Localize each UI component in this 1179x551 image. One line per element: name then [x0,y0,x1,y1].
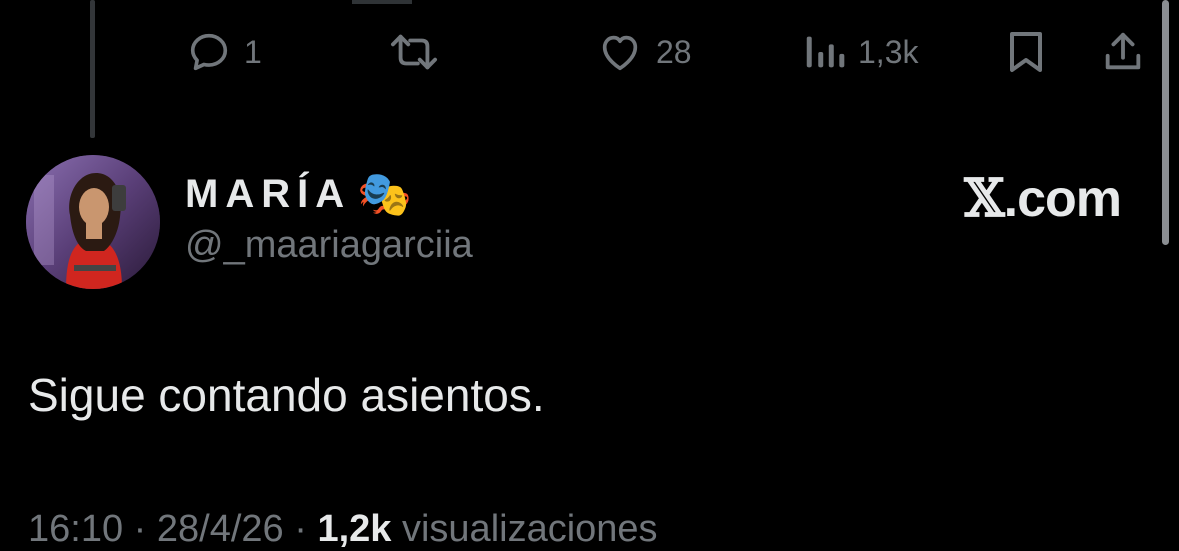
tweet-time[interactable]: 16:10 [28,508,123,550]
tweet-views-count: 1,2k [317,508,392,550]
x-com-watermark: 𝕏.com [964,168,1122,229]
author-name-text: MARÍA [185,171,352,216]
like-count: 28 [656,34,692,70]
retweet-icon [391,34,438,70]
meta-separator: · [133,508,147,550]
reply-icon [190,33,228,71]
x-logo: 𝕏 [964,168,1004,229]
scrollbar[interactable] [1162,0,1169,245]
share-button[interactable] [1100,24,1146,80]
share-icon [1105,32,1141,70]
like-button[interactable]: 28 [596,24,692,80]
tweet-text: Sigue contando asientos. [28,369,545,421]
tweet-meta: 16:10 · 28/4/26 · 1,2k visualizaciones [28,508,658,551]
avatar[interactable] [26,155,160,289]
previous-tweet-fragment [352,0,412,4]
views-button[interactable]: 1,3k [802,24,918,80]
reply-button[interactable]: 1 [186,24,262,80]
author-handle[interactable]: @_maariagarciia [185,224,473,267]
tweet-date[interactable]: 28/4/26 [157,508,284,550]
retweet-button[interactable] [386,24,454,80]
tweet-author[interactable]: MARÍA 🎭 @_maariagarciia [185,170,473,267]
theater-masks-emoji: 🎭 [357,170,412,219]
meta-separator: · [294,508,307,550]
views-count: 1,3k [858,34,919,70]
previous-tweet-action-bar: 1 28 1,3k [0,24,1179,80]
like-icon [602,35,638,71]
author-display-name[interactable]: MARÍA 🎭 [185,170,473,219]
avatar-photo [26,155,160,289]
bookmark-button[interactable] [1004,24,1048,80]
reply-count: 1 [244,34,262,70]
brand-domain: .com [1003,170,1122,228]
views-icon [806,36,845,68]
tweet-views-label: visualizaciones [401,508,658,550]
bookmark-icon [1010,32,1042,72]
